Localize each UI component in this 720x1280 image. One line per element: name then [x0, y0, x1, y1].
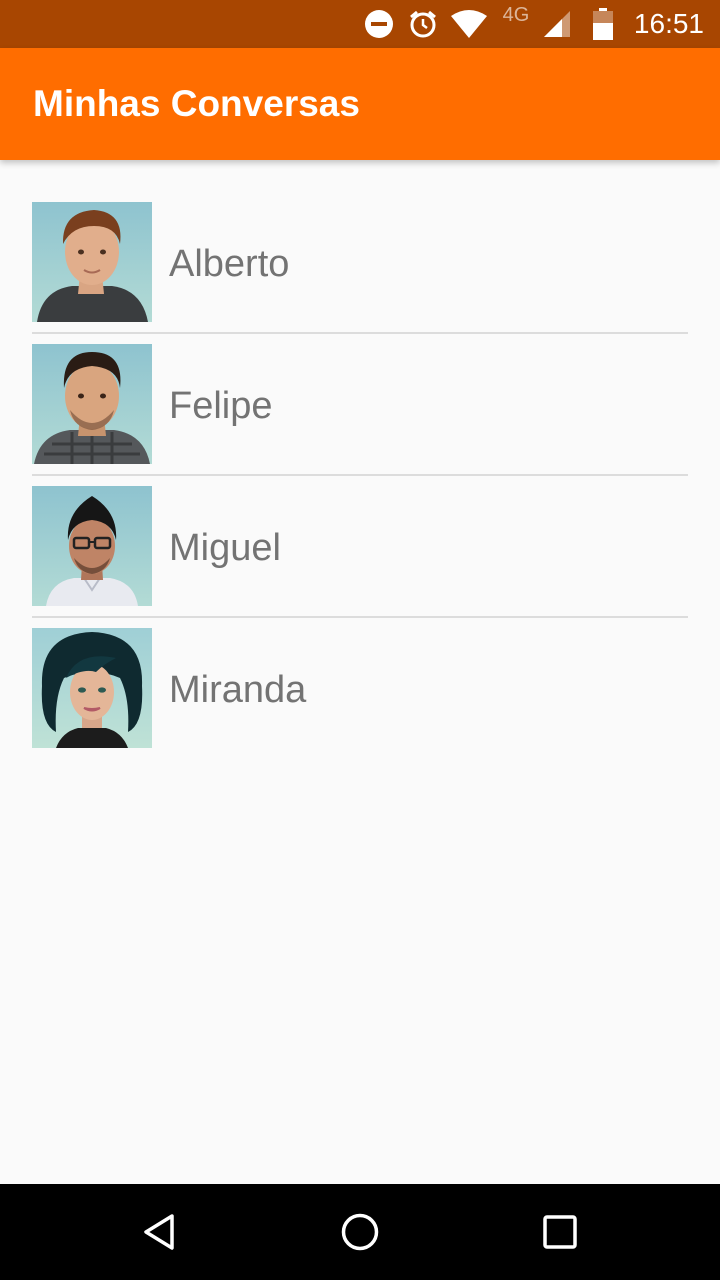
- wifi-icon: [450, 0, 488, 48]
- network-type-label: 4G: [502, 4, 530, 26]
- divider: [32, 474, 688, 476]
- avatar: [32, 628, 152, 748]
- recents-icon: [543, 1215, 577, 1249]
- alarm-icon: [406, 0, 440, 48]
- home-button[interactable]: [312, 1184, 408, 1280]
- navigation-bar: [0, 1184, 720, 1280]
- divider: [32, 332, 688, 334]
- divider: [32, 616, 688, 618]
- clock: 16:51: [633, 8, 704, 39]
- avatar: [32, 202, 152, 322]
- cell-signal-icon: [540, 0, 574, 48]
- conversation-item-alberto[interactable]: Alberto: [32, 202, 688, 344]
- avatar: [32, 486, 152, 606]
- page-title: Minhas Conversas: [33, 83, 360, 124]
- status-bar: 4G 16:51: [0, 0, 720, 48]
- avatar: [32, 344, 152, 464]
- battery-icon: [588, 0, 618, 48]
- conversation-item-miranda[interactable]: Miranda: [32, 628, 688, 770]
- conversation-list: Alberto Felipe Miguel Miranda: [32, 202, 688, 770]
- do-not-disturb-icon: [362, 0, 396, 48]
- contact-name: Miguel: [169, 527, 281, 569]
- home-icon: [341, 1213, 379, 1251]
- app-bar: Minhas Conversas: [0, 48, 720, 160]
- back-button[interactable]: [112, 1184, 208, 1280]
- conversation-item-miguel[interactable]: Miguel: [32, 486, 688, 628]
- conversation-item-felipe[interactable]: Felipe: [32, 344, 688, 486]
- recents-button[interactable]: [512, 1184, 608, 1280]
- contact-name: Miranda: [169, 669, 307, 711]
- contact-name: Felipe: [169, 385, 273, 427]
- contact-name: Alberto: [169, 243, 290, 285]
- back-icon: [144, 1214, 174, 1250]
